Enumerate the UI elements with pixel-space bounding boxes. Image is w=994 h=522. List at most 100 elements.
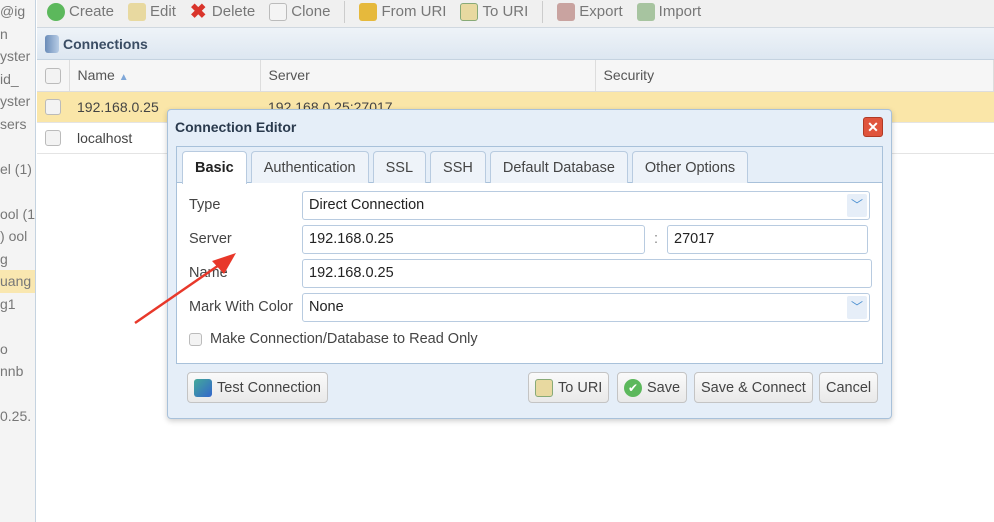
connections-title: Connections bbox=[63, 35, 148, 52]
tree-item[interactable]: g bbox=[0, 248, 35, 271]
tab-basic[interactable]: Basic bbox=[182, 151, 247, 184]
tab-ssl[interactable]: SSL bbox=[372, 151, 427, 183]
dialog-panel: Basic Authentication SSL SSH Default Dat… bbox=[176, 146, 883, 364]
toolbar: Create Edit ✖ Delete Clone From URI To UR… bbox=[37, 0, 994, 28]
export-label: Export bbox=[579, 3, 623, 20]
tree-item[interactable]: ool (1 bbox=[0, 203, 35, 226]
name-header-label: Name bbox=[77, 67, 115, 84]
create-label: Create bbox=[69, 3, 115, 20]
server-row: Server 192.168.0.25 : 27017 bbox=[189, 224, 868, 254]
tree-item[interactable] bbox=[0, 315, 35, 338]
tab-bar: Basic Authentication SSL SSH Default Dat… bbox=[177, 147, 882, 184]
select-all-cell bbox=[37, 60, 70, 92]
select-all-checkbox[interactable] bbox=[45, 67, 61, 84]
port-separator: : bbox=[653, 231, 659, 247]
tree-item[interactable] bbox=[0, 383, 35, 406]
tree-item[interactable]: ool ( bbox=[0, 225, 35, 248]
delete-label: Delete bbox=[211, 3, 256, 20]
dialog-footer: Test Connection To URI ✔ Save Save & Conn… bbox=[176, 366, 883, 408]
chevron-down-icon: ﹀ bbox=[847, 193, 867, 217]
clone-label: Clone bbox=[291, 3, 331, 20]
readonly-checkbox[interactable] bbox=[189, 332, 202, 346]
tab-ssh[interactable]: SSH bbox=[430, 151, 486, 183]
cancel-button[interactable]: Cancel bbox=[819, 372, 879, 403]
dialog-title: Connection Editor bbox=[175, 119, 297, 135]
tree-item[interactable]: yster bbox=[0, 45, 35, 68]
dialog-titlebar[interactable]: Connection Editor ✕ bbox=[168, 110, 891, 144]
tree-item[interactable] bbox=[0, 180, 35, 203]
name-label: Name bbox=[189, 265, 228, 281]
test-connection-label: Test Connection bbox=[217, 379, 321, 396]
edit-label: Edit bbox=[150, 3, 176, 20]
check-icon: ✔ bbox=[624, 378, 642, 397]
color-value: None bbox=[309, 299, 344, 315]
name-row: Name 192.168.0.25 bbox=[189, 258, 872, 288]
test-connection-icon bbox=[194, 378, 212, 397]
import-button[interactable]: Import bbox=[636, 2, 701, 21]
column-header-security[interactable]: Security bbox=[595, 60, 994, 92]
connection-editor-dialog: Connection Editor ✕ Basic Authentication… bbox=[167, 109, 892, 419]
save-button[interactable]: ✔ Save bbox=[617, 372, 688, 403]
type-label: Type bbox=[189, 197, 221, 213]
import-icon bbox=[636, 2, 655, 21]
create-button[interactable]: Create bbox=[47, 2, 115, 21]
row-checkbox[interactable] bbox=[45, 130, 61, 147]
color-row: Mark With Color None ﹀ bbox=[189, 292, 870, 322]
server-port-input[interactable]: 27017 bbox=[667, 224, 868, 254]
tab-other-options[interactable]: Other Options bbox=[631, 151, 749, 183]
export-icon bbox=[557, 2, 576, 21]
column-header-name[interactable]: Name ▲ bbox=[69, 60, 261, 92]
tree-item[interactable]: g1 bbox=[0, 293, 35, 316]
from-uri-button[interactable]: From URI bbox=[359, 2, 447, 21]
clone-icon bbox=[269, 2, 288, 21]
type-value: Direct Connection bbox=[309, 197, 425, 213]
tree-item[interactable]: n bbox=[0, 23, 35, 46]
to-uri-label: To URI bbox=[482, 3, 529, 20]
tree-item[interactable]: sers bbox=[0, 113, 35, 136]
tree-item[interactable]: o bbox=[0, 338, 35, 361]
to-uri-button[interactable]: To URI bbox=[528, 372, 610, 403]
tab-default-database[interactable]: Default Database bbox=[489, 151, 628, 183]
tree-item[interactable]: .0.25 bbox=[0, 405, 35, 428]
tree-item[interactable]: el (1) bbox=[0, 158, 35, 181]
tree-item[interactable]: _id bbox=[0, 68, 35, 91]
type-select[interactable]: Direct Connection ﹀ bbox=[302, 190, 870, 220]
to-uri-button[interactable]: To URI bbox=[460, 2, 529, 21]
tree-item[interactable]: ig@ bbox=[0, 0, 35, 23]
readonly-row[interactable]: Make Connection/Database to Read Only bbox=[189, 325, 478, 353]
test-connection-button[interactable]: Test Connection bbox=[187, 372, 328, 403]
tree-item-selected[interactable]: uang bbox=[0, 270, 35, 293]
server-host-input[interactable]: 192.168.0.25 bbox=[302, 224, 645, 254]
divider bbox=[542, 0, 544, 23]
tree-item[interactable] bbox=[0, 135, 35, 158]
row-checkbox[interactable] bbox=[45, 99, 61, 116]
tree-item[interactable]: nnb bbox=[0, 360, 35, 383]
readonly-label: Make Connection/Database to Read Only bbox=[210, 331, 478, 347]
sort-asc-icon: ▲ bbox=[118, 72, 129, 84]
column-header-server[interactable]: Server bbox=[260, 60, 596, 92]
clone-button[interactable]: Clone bbox=[269, 2, 331, 21]
color-label: Mark With Color bbox=[189, 299, 293, 315]
save-label: Save bbox=[647, 379, 681, 396]
sidebar-tree: ig@ n yster _id yster sers el (1) ool (1… bbox=[0, 0, 36, 522]
name-input[interactable]: 192.168.0.25 bbox=[302, 258, 872, 288]
edit-icon bbox=[128, 2, 147, 21]
divider bbox=[344, 0, 346, 23]
tab-authentication[interactable]: Authentication bbox=[250, 151, 369, 183]
color-select[interactable]: None ﹀ bbox=[302, 292, 870, 322]
from-uri-icon bbox=[359, 2, 378, 21]
delete-icon: ✖ bbox=[189, 0, 207, 23]
delete-button[interactable]: ✖ Delete bbox=[189, 0, 256, 23]
from-uri-label: From URI bbox=[381, 3, 447, 20]
tree-item[interactable]: yster bbox=[0, 90, 35, 113]
connections-header: Connections bbox=[37, 28, 994, 60]
chevron-down-icon: ﹀ bbox=[847, 295, 867, 319]
close-icon[interactable]: ✕ bbox=[863, 117, 883, 137]
export-button[interactable]: Export bbox=[557, 2, 623, 21]
to-uri-label: To URI bbox=[558, 379, 603, 396]
to-uri-icon bbox=[535, 378, 553, 397]
database-icon bbox=[45, 34, 59, 53]
edit-button[interactable]: Edit bbox=[128, 2, 176, 21]
plus-icon bbox=[47, 2, 65, 21]
save-connect-button[interactable]: Save & Connect bbox=[694, 372, 813, 403]
